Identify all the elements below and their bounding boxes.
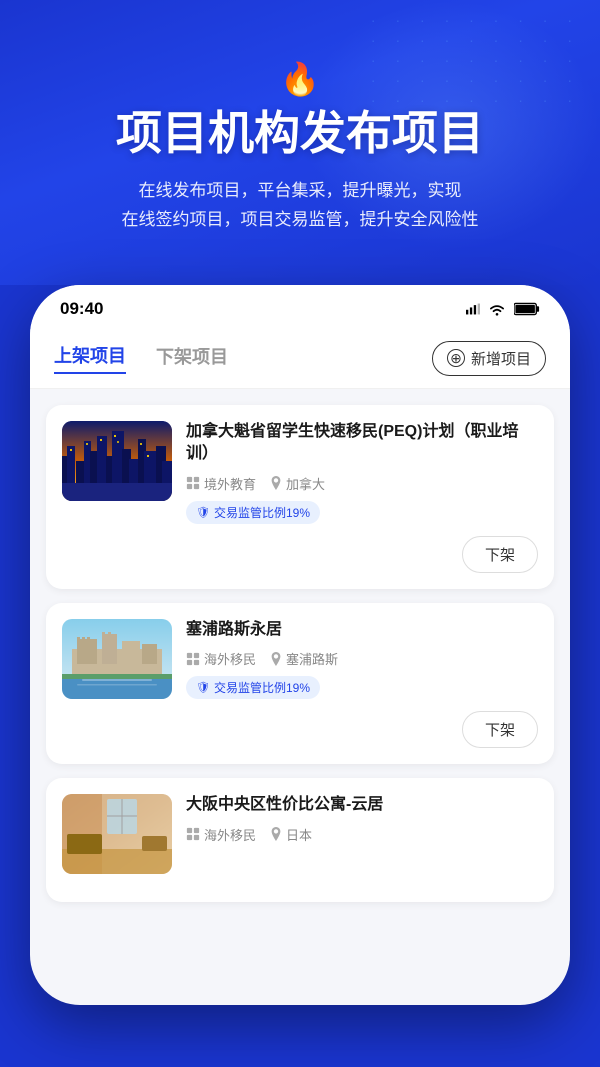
card-footer-1: 下架 — [62, 536, 538, 573]
project-image-3 — [62, 794, 172, 874]
hero-title: 项目机构发布项目 — [40, 106, 560, 161]
location-icon-1 — [270, 476, 282, 490]
hero-section: 🔥 项目机构发布项目 在线发布项目，平台集采，提升曝光，实现 在线签约项目，项目… — [0, 0, 600, 285]
signal-icon — [466, 302, 480, 316]
tab-shelved[interactable]: 上架项目 — [54, 342, 126, 374]
project-card-inner: 加拿大魁省留学生快速移民(PEQ)计划（职业培训） 境外教育 — [62, 421, 538, 524]
meta-location-1: 加拿大 — [270, 474, 325, 493]
project-card-3: 大阪中央区性价比公寓-云居 海外移民 — [46, 778, 554, 902]
tabs-bar: 上架项目 下架项目 ⊕ 新增项目 — [30, 329, 570, 389]
project-title-2: 塞浦路斯永居 — [186, 619, 538, 641]
project-info-2: 塞浦路斯永居 海外移民 — [186, 619, 538, 699]
hero-subtitle: 在线发布项目，平台集采，提升曝光，实现 在线签约项目，项目交易监管，提升安全风险… — [40, 177, 560, 235]
category-icon-3 — [186, 827, 200, 841]
project-info-3: 大阪中央区性价比公寓-云居 海外移民 — [186, 794, 538, 874]
meta-category-2: 海外移民 — [186, 649, 256, 668]
location-icon-2 — [270, 652, 282, 666]
plus-circle-icon: ⊕ — [447, 349, 465, 367]
card-footer-2: 下架 — [62, 711, 538, 748]
meta-category-1: 境外教育 — [186, 474, 256, 493]
phone-mockup: 09:40 — [30, 285, 570, 1005]
project-card: 加拿大魁省留学生快速移民(PEQ)计划（职业培训） 境外教育 — [46, 405, 554, 589]
city-night-image — [62, 421, 172, 501]
project-meta-3: 海外移民 日本 — [186, 825, 538, 844]
category-icon-1 — [186, 476, 200, 490]
project-meta-2: 海外移民 塞浦路斯 — [186, 649, 538, 668]
project-list: 加拿大魁省留学生快速移民(PEQ)计划（职业培训） 境外教育 — [30, 389, 570, 922]
unshelf-button-2[interactable]: 下架 — [462, 711, 538, 748]
phone-wrapper: 09:40 — [0, 285, 600, 1005]
trade-badge-2: 🛡 交易监管比例19% — [186, 676, 320, 699]
project-card-inner-3: 大阪中央区性价比公寓-云居 海外移民 — [62, 794, 538, 874]
project-card-2: 塞浦路斯永居 海外移民 — [46, 603, 554, 764]
category-icon-2 — [186, 652, 200, 666]
badge-icon-2: 🛡 — [196, 681, 210, 694]
project-title-1: 加拿大魁省留学生快速移民(PEQ)计划（职业培训） — [186, 421, 538, 466]
tab-unshelved[interactable]: 下架项目 — [156, 343, 228, 373]
project-meta-1: 境外教育 加拿大 — [186, 474, 538, 493]
status-icons — [466, 302, 540, 316]
project-info-1: 加拿大魁省留学生快速移民(PEQ)计划（职业培训） 境外教育 — [186, 421, 538, 524]
location-icon-3 — [270, 827, 282, 841]
project-image-2 — [62, 619, 172, 699]
meta-category-3: 海外移民 — [186, 825, 256, 844]
meta-location-2: 塞浦路斯 — [270, 649, 338, 668]
new-project-button[interactable]: ⊕ 新增项目 — [432, 341, 546, 376]
project-card-inner-2: 塞浦路斯永居 海外移民 — [62, 619, 538, 699]
badge-icon-1: 🛡 — [196, 506, 210, 519]
project-image-1 — [62, 421, 172, 501]
status-bar: 09:40 — [30, 285, 570, 329]
status-time: 09:40 — [60, 299, 103, 319]
project-title-3: 大阪中央区性价比公寓-云居 — [186, 794, 538, 816]
meta-location-3: 日本 — [270, 825, 312, 844]
wifi-icon — [488, 302, 506, 316]
battery-icon — [514, 302, 540, 316]
unshelf-button-1[interactable]: 下架 — [462, 536, 538, 573]
hero-decoration — [380, 10, 580, 190]
trade-badge-1: 🛡 交易监管比例19% — [186, 501, 320, 524]
